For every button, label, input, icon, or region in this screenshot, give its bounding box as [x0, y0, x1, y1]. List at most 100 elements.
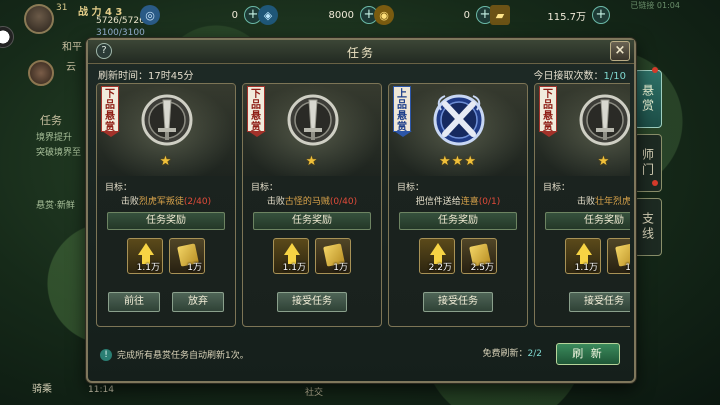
free-refresh-label: 免费刷新： — [482, 349, 528, 359]
go-button[interactable]: 前往 — [108, 292, 160, 312]
desc-target: 壮年烈虎 — [595, 197, 630, 207]
rank-char: 悬 — [543, 111, 553, 122]
desc-prefix: 把信件送给 — [415, 197, 461, 207]
hp-text: 5726/5726 — [96, 16, 145, 26]
rank-char: 品 — [251, 100, 261, 111]
rank-char: 下 — [105, 89, 115, 100]
reward-title: 任务奖励 — [107, 212, 225, 230]
exp-reward[interactable]: 1.1万 — [565, 238, 601, 274]
free-refresh: 免费刷新：2/2 — [483, 346, 543, 359]
desc-prefix: 击败 — [120, 197, 139, 207]
accept-count-label: 今日接取次数： — [533, 71, 604, 82]
desc-prefix: 击败 — [266, 197, 285, 207]
rank-char: 品 — [105, 100, 115, 111]
free-refresh-count: 2/2 — [527, 349, 542, 359]
left-name-2: 云 — [66, 62, 76, 73]
tasks-side-label[interactable]: 任务 — [40, 112, 62, 128]
bounty-card: 下 品 悬 赏 ★ 目标： 击败壮年烈虎 任务奖励 1.1万 1 接受任务 — [534, 83, 630, 327]
social-button[interactable]: 社交 — [305, 385, 323, 398]
reward-amount: 1.1万 — [574, 263, 598, 273]
rank-char: 悬 — [251, 111, 261, 122]
add-ticket-button[interactable]: + — [592, 6, 610, 24]
card-buttons: 接受任务 — [243, 292, 381, 312]
rank-char: 赏 — [105, 122, 115, 133]
reward-amount: 1万 — [625, 263, 630, 273]
reward-amount: 1万 — [333, 263, 348, 273]
diamond-icon: ◈ — [258, 5, 278, 25]
right-tabs: 悬赏 师门 支线 — [634, 70, 664, 262]
companion-avatar[interactable] — [28, 60, 54, 86]
ticket-reward[interactable]: 1万 — [169, 238, 205, 274]
reward-title: 任务奖励 — [399, 212, 517, 230]
gold-ticket-icon: ▰ — [490, 5, 510, 25]
rank-char: 品 — [397, 100, 407, 111]
refresh-button[interactable]: 刷 新 — [556, 343, 620, 365]
accept-task-button[interactable]: 接受任务 — [569, 292, 630, 312]
tab-bounty[interactable]: 悬赏 — [634, 70, 662, 128]
difficulty-stars: ★★★ — [439, 154, 477, 169]
accept-task-button[interactable]: 接受任务 — [277, 292, 347, 312]
card-buttons: 接受任务 — [535, 292, 630, 312]
ticket-reward[interactable]: 1万 — [315, 238, 351, 274]
exp-reward[interactable]: 2.2万 — [419, 238, 455, 274]
rank-char: 上 — [397, 89, 407, 100]
footer-tip-text: 完成所有悬赏任务自动刷新1次。 — [117, 351, 249, 361]
rank-char: 赏 — [397, 122, 407, 133]
exp-reward[interactable]: 1.1万 — [127, 238, 163, 274]
currency-ticket: ▰ 115.7万 + — [490, 5, 610, 25]
mp-text: 3100/3100 — [96, 28, 145, 38]
rewards-row: 1.1万 1万 — [535, 238, 630, 274]
currency-diamond: ◈ 8000 + — [258, 5, 378, 25]
bounty-notice-dot — [652, 67, 658, 73]
rewards-row: 1.1万 1万 — [243, 238, 381, 274]
desc-progress: (0/1) — [478, 197, 501, 207]
difficulty-stars: ★ — [305, 154, 319, 169]
clock: 11:14 — [88, 385, 114, 395]
target-label: 目标： — [105, 183, 133, 193]
ticket-reward[interactable]: 1万 — [607, 238, 630, 274]
exp-reward[interactable]: 1.1万 — [273, 238, 309, 274]
desc-progress: (0/40) — [329, 197, 358, 207]
bounty-cards-row: 下 品 悬 赏 ★ 目标： 击败烈虎军叛徒(2/40) 任务奖励 1.1万 1万… — [96, 83, 630, 327]
bounty-cards-viewport[interactable]: 下 品 悬 赏 ★ 目标： 击败烈虎军叛徒(2/40) 任务奖励 1.1万 1万… — [96, 83, 630, 327]
card-buttons: 接受任务 — [389, 292, 527, 312]
rank-char: 赏 — [543, 122, 553, 133]
rank-char: 悬 — [397, 111, 407, 122]
close-button[interactable]: × — [610, 41, 630, 61]
target-label: 目标： — [251, 183, 279, 193]
sidequest-notice-dot — [652, 180, 658, 186]
target-label: 目标： — [397, 183, 425, 193]
tab-side-quest[interactable]: 支线 — [634, 198, 662, 256]
bounty-card: 上 品 悬 赏 ★★★ 目标： 把信件送给连喜(0/1) 任务奖励 2.2万 2… — [388, 83, 528, 327]
diamond-value: 8000 — [328, 9, 354, 21]
card-buttons: 前往 放弃 — [97, 292, 235, 312]
difficulty-stars: ★ — [159, 154, 173, 169]
target-description: 击败古怪的马贼(0/40) — [243, 194, 381, 207]
target-description: 击败壮年烈虎 — [535, 194, 630, 207]
abandon-button[interactable]: 放弃 — [172, 292, 224, 312]
target-description: 把信件送给连喜(0/1) — [389, 194, 527, 207]
sword-emblem-icon — [579, 94, 630, 146]
task-modal: ? 任务 × 刷新时间：17时45分 今日接取次数：1/10 下 品 悬 赏 ★… — [86, 38, 636, 383]
modal-title: 任务 — [346, 46, 375, 60]
accept-task-button[interactable]: 接受任务 — [423, 292, 493, 312]
top-hud: 31 战 力 4 3 5726/5726 3100/3100 ◎ 0 + ◈ 8… — [0, 0, 720, 38]
rank-tag: 下 品 悬 赏 — [247, 86, 266, 137]
realm-text: 境界提升 — [36, 133, 73, 143]
silver-coin-icon: ◎ — [140, 5, 160, 25]
desc-target: 连喜 — [460, 197, 479, 207]
currency-silver: ◎ 0 + — [140, 5, 262, 25]
bounty-card: 下 品 悬 赏 ★ 目标： 击败烈虎军叛徒(2/40) 任务奖励 1.1万 1万… — [96, 83, 236, 327]
player-avatar[interactable] — [24, 4, 54, 34]
ticket-reward[interactable]: 2.5万 — [461, 238, 497, 274]
ticket-value: 115.7万 — [547, 11, 586, 23]
info-icon: ! — [100, 348, 112, 361]
rank-tag: 上 品 悬 赏 — [393, 86, 412, 137]
reward-amount: 2.2万 — [428, 263, 452, 273]
accept-count: 今日接取次数：1/10 — [534, 67, 626, 82]
sword-emblem-icon — [141, 94, 193, 146]
reward-amount: 1.1万 — [136, 263, 160, 273]
rank-char: 悬 — [105, 111, 115, 122]
bounty-side-text: 悬赏·新鲜 — [36, 201, 75, 211]
ride-button[interactable]: 骑乘 — [32, 380, 52, 395]
